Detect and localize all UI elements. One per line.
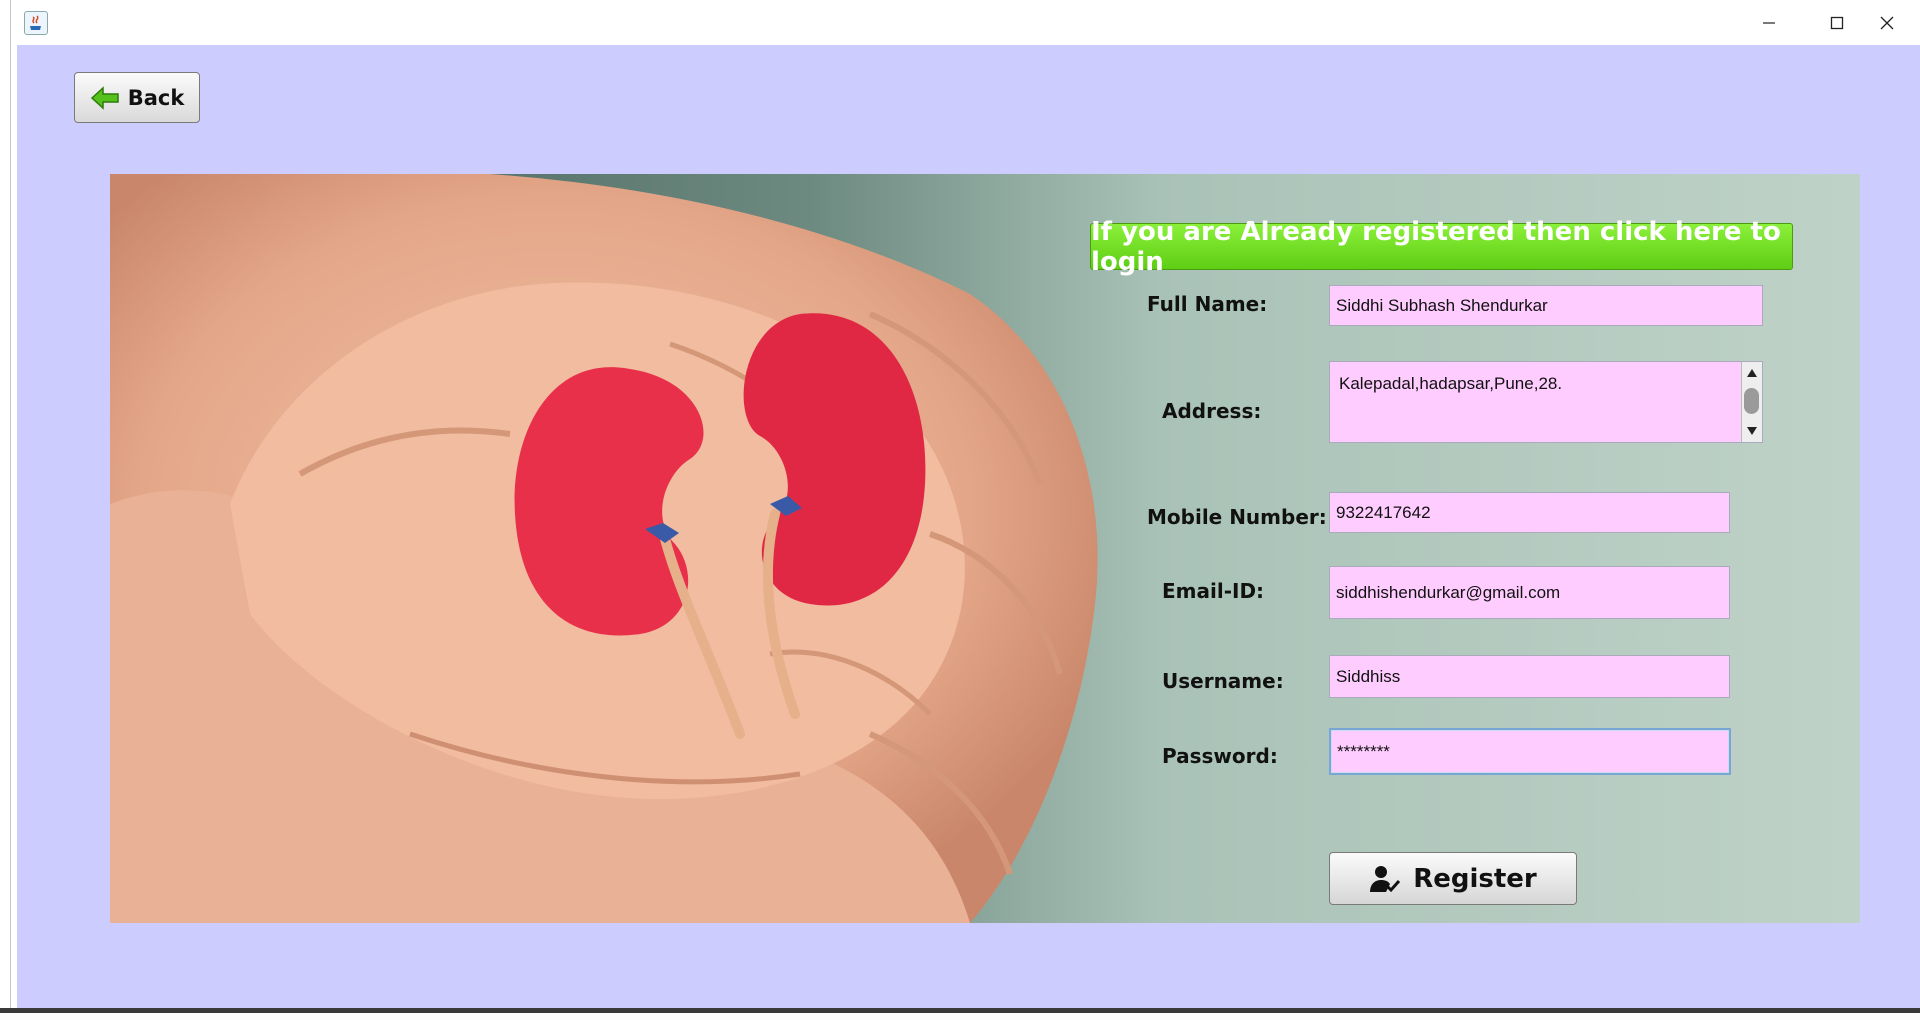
address-scrollbar[interactable] [1741, 362, 1762, 442]
login-link-button[interactable]: If you are Already registered then click… [1090, 217, 1793, 277]
address-value: Kalepadal,hadapsar,Pune,28. [1339, 374, 1563, 393]
address-field[interactable]: Kalepadal,hadapsar,Pune,28. [1329, 361, 1763, 443]
mobile-number-value: 9322417642 [1336, 502, 1431, 522]
register-button[interactable]: Register [1329, 852, 1577, 905]
back-label: Back [127, 85, 185, 110]
mobile-number-label: Mobile Number: [1147, 505, 1327, 529]
minimize-button[interactable] [1735, 0, 1803, 45]
email-field[interactable]: siddhishendurkar@gmail.com [1329, 566, 1730, 619]
close-icon [1880, 16, 1894, 29]
username-label: Username: [1162, 669, 1284, 693]
taskbar-edge [0, 1008, 1920, 1013]
username-value: Siddhiss [1336, 666, 1401, 686]
password-value: ******** [1337, 741, 1390, 761]
full-name-value: Siddhi Subhash Shendurkar [1336, 295, 1548, 315]
app-window: Back If you are Already registered then … [10, 0, 1920, 1010]
user-check-icon [1370, 865, 1401, 892]
full-name-field[interactable]: Siddhi Subhash Shendurkar [1329, 285, 1763, 326]
address-label: Address: [1162, 399, 1262, 423]
arrow-left-icon [90, 85, 119, 110]
title-bar [11, 0, 1920, 45]
content-area: Back If you are Already registered then … [17, 45, 1920, 1010]
username-field[interactable]: Siddhiss [1329, 655, 1730, 698]
password-field[interactable]: ******** [1329, 728, 1731, 775]
java-icon [24, 11, 48, 35]
email-label: Email-ID: [1162, 579, 1265, 603]
full-name-label: Full Name: [1147, 292, 1268, 316]
scroll-thumb[interactable] [1744, 388, 1759, 414]
email-value: siddhishendurkar@gmail.com [1336, 582, 1561, 602]
mobile-number-field[interactable]: 9322417642 [1329, 492, 1730, 533]
minimize-icon [1763, 21, 1775, 24]
register-label: Register [1413, 863, 1537, 894]
maximize-icon [1830, 16, 1844, 29]
back-button[interactable]: Back [74, 72, 200, 123]
scroll-down-icon [1747, 427, 1757, 435]
registration-panel: If you are Already registered then click… [110, 174, 1860, 923]
scroll-up-icon [1747, 369, 1757, 377]
login-link-text: If you are Already registered then click… [1091, 216, 1781, 277]
password-label: Password: [1162, 744, 1278, 768]
close-button[interactable] [1853, 0, 1920, 45]
